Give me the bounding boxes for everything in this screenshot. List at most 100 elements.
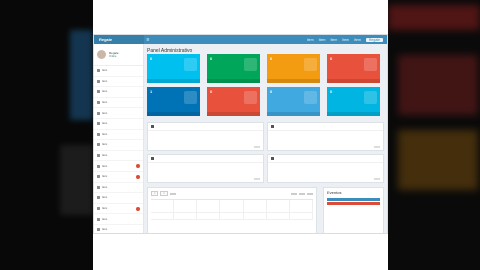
panel-2 <box>267 122 384 151</box>
calendar-day-cell[interactable] <box>151 206 175 213</box>
user-menu[interactable]: Regale <box>365 37 383 42</box>
notification-badge <box>136 174 140 179</box>
sidebar-item[interactable]: Item <box>94 161 143 172</box>
warning-icon <box>271 157 274 160</box>
events-title: Eventos <box>327 190 342 195</box>
calendar-day-cell[interactable] <box>289 213 313 220</box>
panel-icon <box>271 125 274 128</box>
calendar-day-cell[interactable] <box>197 206 221 213</box>
top-nav-item-1[interactable]: Item <box>307 38 314 42</box>
tile-icon <box>364 91 377 104</box>
top-nav-item-2[interactable]: Item <box>319 38 326 42</box>
sidebar-item[interactable]: Item <box>94 66 143 77</box>
sidebar-item-label: Item <box>102 143 108 147</box>
top-nav: Item Item Item Item Item Regale <box>307 37 387 42</box>
hamburger-icon[interactable]: ≡ <box>144 37 152 43</box>
sidebar-item-label: Item <box>102 79 108 83</box>
sidebar-item-label: Item <box>102 122 108 126</box>
panel-icon <box>151 157 154 160</box>
panel-button[interactable] <box>374 146 380 148</box>
calendar-day-cell[interactable] <box>266 206 290 213</box>
stat-tile[interactable]: 0 <box>207 54 260 83</box>
tile-footer-link[interactable] <box>327 112 380 116</box>
tile-footer-link[interactable] <box>267 79 320 83</box>
menu-icon <box>97 79 100 83</box>
calendar-next-button[interactable]: > <box>160 191 168 196</box>
sidebar-item-label: Item <box>102 185 108 189</box>
tile-icon <box>184 91 197 104</box>
tile-footer-link[interactable] <box>147 79 200 83</box>
tile-icon <box>244 91 257 104</box>
tile-footer-link[interactable] <box>267 112 320 116</box>
event-item[interactable] <box>327 198 380 201</box>
sidebar-item-label: Item <box>102 111 108 115</box>
top-nav-item-4[interactable]: Item <box>342 38 349 42</box>
tile-footer-link[interactable] <box>207 79 260 83</box>
calendar-day-cell[interactable] <box>174 213 198 220</box>
stat-tile[interactable]: 0 <box>267 87 320 116</box>
top-nav-item-3[interactable]: Item <box>330 38 337 42</box>
sidebar-item[interactable]: Item <box>94 119 143 130</box>
calendar-today-button[interactable] <box>169 192 176 195</box>
calendar-day-cell[interactable] <box>289 206 313 213</box>
menu-icon <box>97 175 100 179</box>
sidebar-item[interactable]: Item <box>94 87 143 98</box>
calendar-day-cell[interactable] <box>220 206 244 213</box>
calendar-day-cell[interactable] <box>243 206 267 213</box>
panel-button[interactable] <box>254 146 260 148</box>
stat-tile[interactable]: 0 <box>267 54 320 83</box>
panel-button[interactable] <box>254 178 260 180</box>
calendar-view-month[interactable] <box>291 192 297 195</box>
sidebar-item[interactable]: Item <box>94 151 143 162</box>
calendar-view-day[interactable] <box>307 192 313 195</box>
stat-tile[interactable]: 0 <box>207 87 260 116</box>
stat-tile[interactable]: 1 <box>147 87 200 116</box>
sidebar-item-label: Item <box>102 154 108 158</box>
calendar-day-cell[interactable] <box>174 206 198 213</box>
calendar-day-cell[interactable] <box>151 213 175 220</box>
sidebar-item[interactable]: Item <box>94 183 143 194</box>
tile-icon <box>304 91 317 104</box>
panel-button[interactable] <box>374 178 380 180</box>
sidebar-item[interactable]: Item <box>94 130 143 141</box>
menu-icon <box>97 185 100 189</box>
background-right <box>388 0 480 270</box>
sidebar-menu: Item Item Item Item Item Item Item Item Item Item… <box>94 66 143 233</box>
stat-tile[interactable]: 0 <box>147 54 200 83</box>
calendar-day-cell[interactable] <box>220 213 244 220</box>
tile-footer-link[interactable] <box>147 112 200 116</box>
calendar-view-week[interactable] <box>299 192 305 195</box>
menu-icon <box>97 164 100 168</box>
tile-footer-link[interactable] <box>207 112 260 116</box>
sidebar-item-label: Item <box>102 228 108 232</box>
panel-4 <box>267 154 384 183</box>
sidebar-item[interactable]: Item <box>94 172 143 183</box>
calendar-day-cell[interactable] <box>266 213 290 220</box>
brand-logo[interactable]: Regale <box>94 35 144 44</box>
event-item[interactable] <box>327 202 380 205</box>
sidebar-item[interactable]: Item <box>94 98 143 109</box>
stat-tile[interactable]: 0 <box>327 87 380 116</box>
sidebar-item[interactable]: Item <box>94 140 143 151</box>
menu-icon <box>97 228 100 232</box>
tile-footer-link[interactable] <box>327 79 380 83</box>
calendar-day-cell[interactable] <box>197 213 221 220</box>
sidebar-item-label: Item <box>102 196 108 200</box>
menu-icon <box>97 69 100 73</box>
background-left <box>0 0 93 270</box>
sidebar-item[interactable]: Item <box>94 225 143 233</box>
top-nav-item-5[interactable]: Item <box>354 38 361 42</box>
sidebar-item[interactable]: Item <box>94 108 143 119</box>
sidebar-item[interactable]: Item <box>94 77 143 88</box>
menu-icon <box>97 143 100 147</box>
admin-dashboard: Regale ≡ Item Item Item Item Item Regale… <box>93 34 388 234</box>
sidebar-item[interactable]: Item <box>94 193 143 204</box>
menu-icon <box>97 196 100 200</box>
stat-tile[interactable]: 0 <box>327 54 380 83</box>
calendar-day-cell[interactable] <box>243 213 267 220</box>
sidebar-item[interactable]: Item <box>94 214 143 225</box>
calendar-prev-button[interactable]: < <box>151 191 159 196</box>
menu-icon <box>97 207 100 211</box>
sidebar-item[interactable]: Item <box>94 204 143 215</box>
notification-badge <box>136 164 140 169</box>
